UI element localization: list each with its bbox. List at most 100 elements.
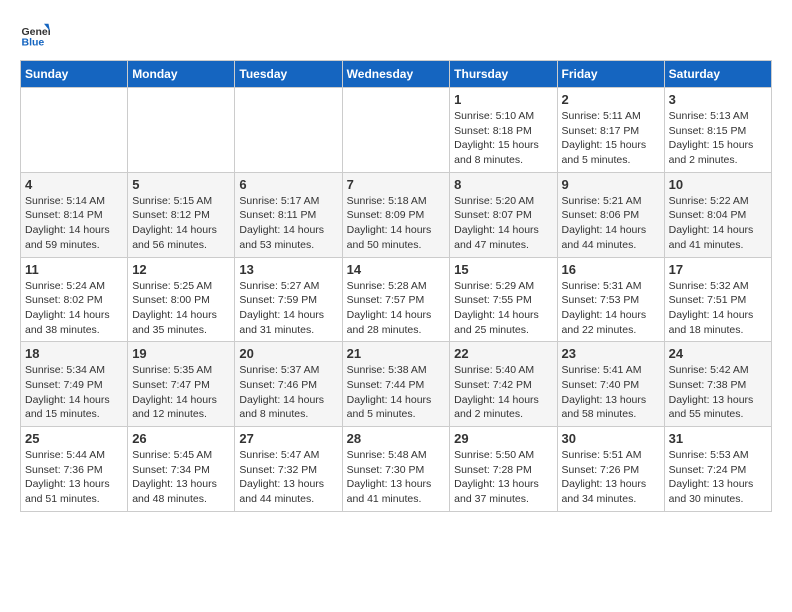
day-number: 2 — [562, 92, 660, 107]
calendar-cell: 10Sunrise: 5:22 AMSunset: 8:04 PMDayligh… — [664, 172, 771, 257]
day-info: Sunrise: 5:51 AMSunset: 7:26 PMDaylight:… — [562, 448, 660, 507]
day-info: Sunrise: 5:18 AMSunset: 8:09 PMDaylight:… — [347, 194, 446, 253]
calendar-table: SundayMondayTuesdayWednesdayThursdayFrid… — [20, 60, 772, 512]
day-info: Sunrise: 5:22 AMSunset: 8:04 PMDaylight:… — [669, 194, 767, 253]
day-number: 24 — [669, 346, 767, 361]
day-info: Sunrise: 5:14 AMSunset: 8:14 PMDaylight:… — [25, 194, 123, 253]
day-number: 18 — [25, 346, 123, 361]
calendar-cell: 12 Sunrise: 5:25 AMSunset: 8:00 PMDayligh… — [128, 257, 235, 342]
calendar-cell — [128, 88, 235, 173]
calendar-cell: 28 Sunrise: 5:48 AMSunset: 7:30 PMDayligh… — [342, 427, 450, 512]
calendar-week-row: 1 Sunrise: 5:10 AMSunset: 8:18 PMDaylight… — [21, 88, 772, 173]
day-number: 4 — [25, 177, 123, 192]
day-info: Sunrise: 5:24 AMSunset: 8:02 PMDaylight:… — [25, 279, 123, 338]
calendar-cell: 23 Sunrise: 5:41 AMSunset: 7:40 PMDayligh… — [557, 342, 664, 427]
day-header-tuesday: Tuesday — [235, 61, 342, 88]
day-info: Sunrise: 5:21 AMSunset: 8:06 PMDaylight:… — [562, 194, 660, 253]
day-info: Sunrise: 5:48 AMSunset: 7:30 PMDaylight:… — [347, 448, 446, 507]
calendar-cell: 22 Sunrise: 5:40 AMSunset: 7:42 PMDayligh… — [450, 342, 557, 427]
day-number: 20 — [239, 346, 337, 361]
calendar-cell — [21, 88, 128, 173]
calendar-cell: 19 Sunrise: 5:35 AMSunset: 7:47 PMDayligh… — [128, 342, 235, 427]
day-info: Sunrise: 5:25 AMSunset: 8:00 PMDaylight:… — [132, 279, 230, 338]
day-info: Sunrise: 5:29 AMSunset: 7:55 PMDaylight:… — [454, 279, 552, 338]
calendar-cell: 29Sunrise: 5:50 AMSunset: 7:28 PMDayligh… — [450, 427, 557, 512]
day-info: Sunrise: 5:34 AMSunset: 7:49 PMDaylight:… — [25, 363, 123, 422]
calendar-cell: 27 Sunrise: 5:47 AMSunset: 7:32 PMDayligh… — [235, 427, 342, 512]
calendar-cell: 5Sunrise: 5:15 AMSunset: 8:12 PMDaylight… — [128, 172, 235, 257]
day-info: Sunrise: 5:10 AMSunset: 8:18 PMDaylight:… — [454, 109, 552, 168]
day-header-wednesday: Wednesday — [342, 61, 450, 88]
calendar-cell: 13Sunrise: 5:27 AMSunset: 7:59 PMDayligh… — [235, 257, 342, 342]
day-number: 7 — [347, 177, 446, 192]
day-number: 1 — [454, 92, 552, 107]
day-info: Sunrise: 5:44 AMSunset: 7:36 PMDaylight:… — [25, 448, 123, 507]
day-number: 12 — [132, 262, 230, 277]
day-number: 22 — [454, 346, 552, 361]
day-info: Sunrise: 5:53 AMSunset: 7:24 PMDaylight:… — [669, 448, 767, 507]
day-info: Sunrise: 5:40 AMSunset: 7:42 PMDaylight:… — [454, 363, 552, 422]
calendar-cell: 25 Sunrise: 5:44 AMSunset: 7:36 PMDayligh… — [21, 427, 128, 512]
day-number: 23 — [562, 346, 660, 361]
calendar-cell: 9 Sunrise: 5:21 AMSunset: 8:06 PMDaylight… — [557, 172, 664, 257]
calendar-cell: 11 Sunrise: 5:24 AMSunset: 8:02 PMDayligh… — [21, 257, 128, 342]
calendar-week-row: 18 Sunrise: 5:34 AMSunset: 7:49 PMDayligh… — [21, 342, 772, 427]
day-number: 30 — [562, 431, 660, 446]
day-number: 25 — [25, 431, 123, 446]
day-info: Sunrise: 5:45 AMSunset: 7:34 PMDaylight:… — [132, 448, 230, 507]
day-info: Sunrise: 5:20 AMSunset: 8:07 PMDaylight:… — [454, 194, 552, 253]
day-info: Sunrise: 5:13 AMSunset: 8:15 PMDaylight:… — [669, 109, 767, 168]
day-info: Sunrise: 5:28 AMSunset: 7:57 PMDaylight:… — [347, 279, 446, 338]
day-number: 14 — [347, 262, 446, 277]
calendar-cell: 16 Sunrise: 5:31 AMSunset: 7:53 PMDayligh… — [557, 257, 664, 342]
calendar-cell — [235, 88, 342, 173]
day-number: 16 — [562, 262, 660, 277]
day-info: Sunrise: 5:47 AMSunset: 7:32 PMDaylight:… — [239, 448, 337, 507]
day-number: 11 — [25, 262, 123, 277]
day-info: Sunrise: 5:31 AMSunset: 7:53 PMDaylight:… — [562, 279, 660, 338]
day-header-friday: Friday — [557, 61, 664, 88]
calendar-week-row: 4 Sunrise: 5:14 AMSunset: 8:14 PMDaylight… — [21, 172, 772, 257]
day-info: Sunrise: 5:32 AMSunset: 7:51 PMDaylight:… — [669, 279, 767, 338]
day-info: Sunrise: 5:35 AMSunset: 7:47 PMDaylight:… — [132, 363, 230, 422]
day-number: 21 — [347, 346, 446, 361]
calendar-cell: 26 Sunrise: 5:45 AMSunset: 7:34 PMDayligh… — [128, 427, 235, 512]
day-number: 9 — [562, 177, 660, 192]
day-info: Sunrise: 5:27 AMSunset: 7:59 PMDaylight:… — [239, 279, 337, 338]
calendar-week-row: 11 Sunrise: 5:24 AMSunset: 8:02 PMDayligh… — [21, 257, 772, 342]
day-info: Sunrise: 5:38 AMSunset: 7:44 PMDaylight:… — [347, 363, 446, 422]
day-header-monday: Monday — [128, 61, 235, 88]
day-header-sunday: Sunday — [21, 61, 128, 88]
day-info: Sunrise: 5:41 AMSunset: 7:40 PMDaylight:… — [562, 363, 660, 422]
calendar-cell: 3 Sunrise: 5:13 AMSunset: 8:15 PMDaylight… — [664, 88, 771, 173]
day-info: Sunrise: 5:50 AMSunset: 7:28 PMDaylight:… — [454, 448, 552, 507]
calendar-cell: 15 Sunrise: 5:29 AMSunset: 7:55 PMDayligh… — [450, 257, 557, 342]
day-info: Sunrise: 5:37 AMSunset: 7:46 PMDaylight:… — [239, 363, 337, 422]
day-number: 8 — [454, 177, 552, 192]
day-number: 27 — [239, 431, 337, 446]
day-number: 3 — [669, 92, 767, 107]
day-number: 15 — [454, 262, 552, 277]
svg-text:Blue: Blue — [22, 37, 45, 49]
day-info: Sunrise: 5:11 AMSunset: 8:17 PMDaylight:… — [562, 109, 660, 168]
day-info: Sunrise: 5:15 AMSunset: 8:12 PMDaylight:… — [132, 194, 230, 253]
logo: General Blue — [20, 20, 54, 50]
page-header: General Blue — [20, 20, 772, 50]
calendar-header-row: SundayMondayTuesdayWednesdayThursdayFrid… — [21, 61, 772, 88]
calendar-cell: 2 Sunrise: 5:11 AMSunset: 8:17 PMDaylight… — [557, 88, 664, 173]
day-number: 6 — [239, 177, 337, 192]
calendar-cell: 8 Sunrise: 5:20 AMSunset: 8:07 PMDaylight… — [450, 172, 557, 257]
calendar-cell: 31Sunrise: 5:53 AMSunset: 7:24 PMDayligh… — [664, 427, 771, 512]
calendar-cell: 1 Sunrise: 5:10 AMSunset: 8:18 PMDaylight… — [450, 88, 557, 173]
logo-icon: General Blue — [20, 20, 50, 50]
day-number: 19 — [132, 346, 230, 361]
calendar-cell — [342, 88, 450, 173]
day-number: 28 — [347, 431, 446, 446]
day-header-thursday: Thursday — [450, 61, 557, 88]
calendar-cell: 20 Sunrise: 5:37 AMSunset: 7:46 PMDayligh… — [235, 342, 342, 427]
calendar-cell: 30 Sunrise: 5:51 AMSunset: 7:26 PMDayligh… — [557, 427, 664, 512]
calendar-cell: 17Sunrise: 5:32 AMSunset: 7:51 PMDayligh… — [664, 257, 771, 342]
day-number: 26 — [132, 431, 230, 446]
calendar-cell: 18 Sunrise: 5:34 AMSunset: 7:49 PMDayligh… — [21, 342, 128, 427]
calendar-cell: 14 Sunrise: 5:28 AMSunset: 7:57 PMDayligh… — [342, 257, 450, 342]
